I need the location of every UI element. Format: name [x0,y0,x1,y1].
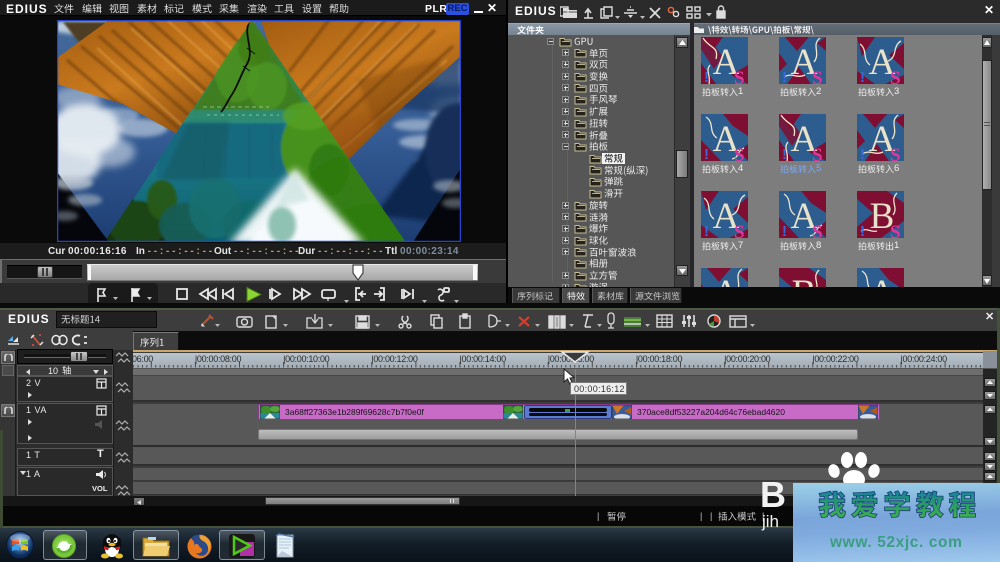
svg-text:B: B [792,273,817,288]
svg-text:!: ! [860,146,865,161]
svg-text:S: S [734,145,745,161]
svg-text:!: ! [704,69,709,84]
svg-text:S: S [890,68,901,84]
svg-text:!: ! [782,69,787,84]
svg-text:A: A [869,273,896,288]
svg-text:S: S [734,68,745,84]
svg-text:!: ! [860,69,865,84]
svg-text:S: S [890,222,901,238]
svg-text:S: S [890,145,901,161]
svg-text:!: ! [782,223,787,238]
svg-text:!: ! [704,223,709,238]
svg-text:!: ! [860,223,865,238]
svg-text:!: ! [782,146,787,161]
svg-text:S: S [812,68,823,84]
svg-text:A: A [713,273,740,288]
svg-text:S: S [734,222,745,238]
svg-text:S: S [812,222,823,238]
svg-text:S: S [812,145,823,161]
svg-text:!: ! [704,146,709,161]
